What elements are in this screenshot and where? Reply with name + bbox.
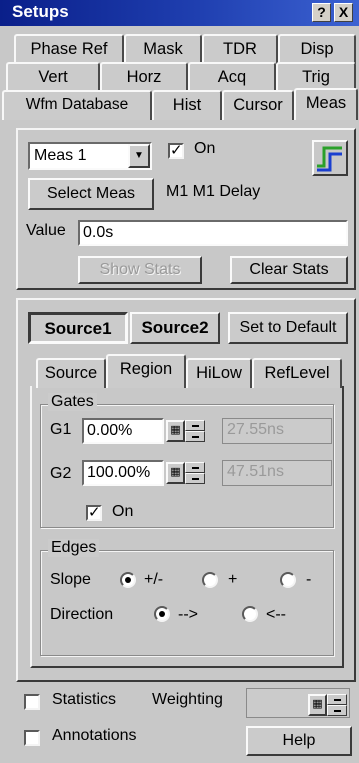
gates-label: Gates	[48, 393, 97, 411]
g2-step-down[interactable]	[185, 473, 205, 484]
tab-phase-ref[interactable]: Phase Ref	[14, 34, 124, 64]
subtab-hilow[interactable]: HiLow	[186, 358, 252, 388]
gates-on-label: On	[112, 503, 134, 520]
keypad-icon[interactable]: ▦	[166, 420, 185, 442]
window-title: Setups	[12, 2, 69, 21]
tab-mask[interactable]: Mask	[124, 34, 202, 64]
meas-select[interactable]: Meas 1 ▼	[28, 142, 152, 170]
subtab-reflevel[interactable]: RefLevel	[252, 358, 342, 388]
help-title-button[interactable]: ?	[312, 3, 331, 22]
slope-radio-plus[interactable]	[202, 572, 218, 588]
slope-option-plus: +	[228, 571, 238, 588]
slope-label: Slope	[50, 571, 91, 588]
annotations-label: Annotations	[52, 727, 137, 744]
show-stats-button[interactable]: Show Stats	[78, 256, 202, 284]
g1-step-up[interactable]	[185, 420, 205, 431]
close-button[interactable]: X	[334, 3, 353, 22]
g1-input[interactable]: 0.00%	[82, 418, 164, 444]
statistics-label: Statistics	[52, 691, 117, 708]
g1-time-field: 27.55ns	[222, 418, 332, 444]
tab-hist[interactable]: Hist	[152, 90, 222, 120]
direction-option-backward: <--	[266, 606, 286, 623]
value-text: 0.0s	[83, 224, 114, 241]
subtab-region[interactable]: Region	[106, 354, 186, 388]
tab-cursor[interactable]: Cursor	[222, 90, 294, 120]
g1-input-value: 0.00%	[87, 422, 133, 439]
tab-wfm-database[interactable]: Wfm Database	[2, 90, 152, 120]
g2-label: G2	[50, 465, 72, 482]
select-meas-button[interactable]: Select Meas	[28, 178, 154, 210]
gates-on-checkbox[interactable]: ✓	[86, 505, 102, 521]
g1-time-value: 27.55ns	[227, 421, 284, 438]
keypad-icon[interactable]: ▦	[166, 462, 185, 484]
weighting-step-up[interactable]	[327, 694, 347, 705]
meas-on-label: On	[194, 140, 216, 157]
direction-radio-forward[interactable]	[154, 606, 170, 622]
g2-time-field: 47.51ns	[222, 460, 332, 486]
weighting-label: Weighting	[152, 691, 223, 708]
tab-tdr[interactable]: TDR	[202, 34, 278, 64]
slope-option-minus: -	[306, 571, 312, 588]
chevron-down-icon[interactable]: ▼	[128, 144, 150, 168]
g1-stepper[interactable]: ▦	[166, 420, 206, 442]
source2-button[interactable]: Source2	[130, 312, 220, 344]
set-to-default-button[interactable]: Set to Default	[228, 312, 348, 344]
tab-acq[interactable]: Acq	[188, 62, 276, 92]
g2-step-up[interactable]	[185, 462, 205, 473]
tab-vert[interactable]: Vert	[6, 62, 100, 92]
direction-option-forward: -->	[178, 606, 198, 623]
source1-button[interactable]: Source1	[28, 312, 128, 344]
value-field: 0.0s	[78, 220, 348, 246]
slope-option-both: +/-	[144, 571, 164, 588]
edges-group	[40, 550, 334, 656]
meas-description: M1 M1 Delay	[166, 183, 261, 200]
g1-step-down[interactable]	[185, 431, 205, 442]
g2-stepper[interactable]: ▦	[166, 462, 206, 484]
slope-radio-both[interactable]	[120, 572, 136, 588]
tab-meas[interactable]: Meas	[294, 88, 358, 120]
tab-disp[interactable]: Disp	[278, 34, 356, 64]
direction-label: Direction	[50, 606, 114, 623]
help-button[interactable]: Help	[246, 726, 352, 756]
value-label: Value	[26, 222, 66, 239]
title-bar: Setups ? X	[0, 0, 359, 26]
g2-input[interactable]: 100.00%	[82, 460, 164, 486]
annotations-checkbox[interactable]	[24, 730, 40, 746]
subtab-source[interactable]: Source	[36, 358, 106, 388]
g2-time-value: 47.51ns	[227, 463, 284, 480]
tab-horz[interactable]: Horz	[100, 62, 188, 92]
slope-radio-minus[interactable]	[280, 572, 296, 588]
statistics-checkbox[interactable]	[24, 694, 40, 710]
delay-measurement-icon	[312, 140, 348, 176]
direction-radio-backward[interactable]	[242, 606, 258, 622]
clear-stats-button[interactable]: Clear Stats	[230, 256, 348, 284]
meas-on-checkbox[interactable]: ✓	[168, 143, 184, 159]
g1-label: G1	[50, 421, 72, 438]
weighting-step-down[interactable]	[327, 705, 347, 716]
weighting-stepper[interactable]: ▦	[308, 694, 348, 716]
keypad-icon[interactable]: ▦	[308, 694, 327, 716]
meas-select-value: Meas 1	[34, 147, 87, 164]
g2-input-value: 100.00%	[87, 464, 151, 481]
edges-label: Edges	[48, 539, 100, 557]
